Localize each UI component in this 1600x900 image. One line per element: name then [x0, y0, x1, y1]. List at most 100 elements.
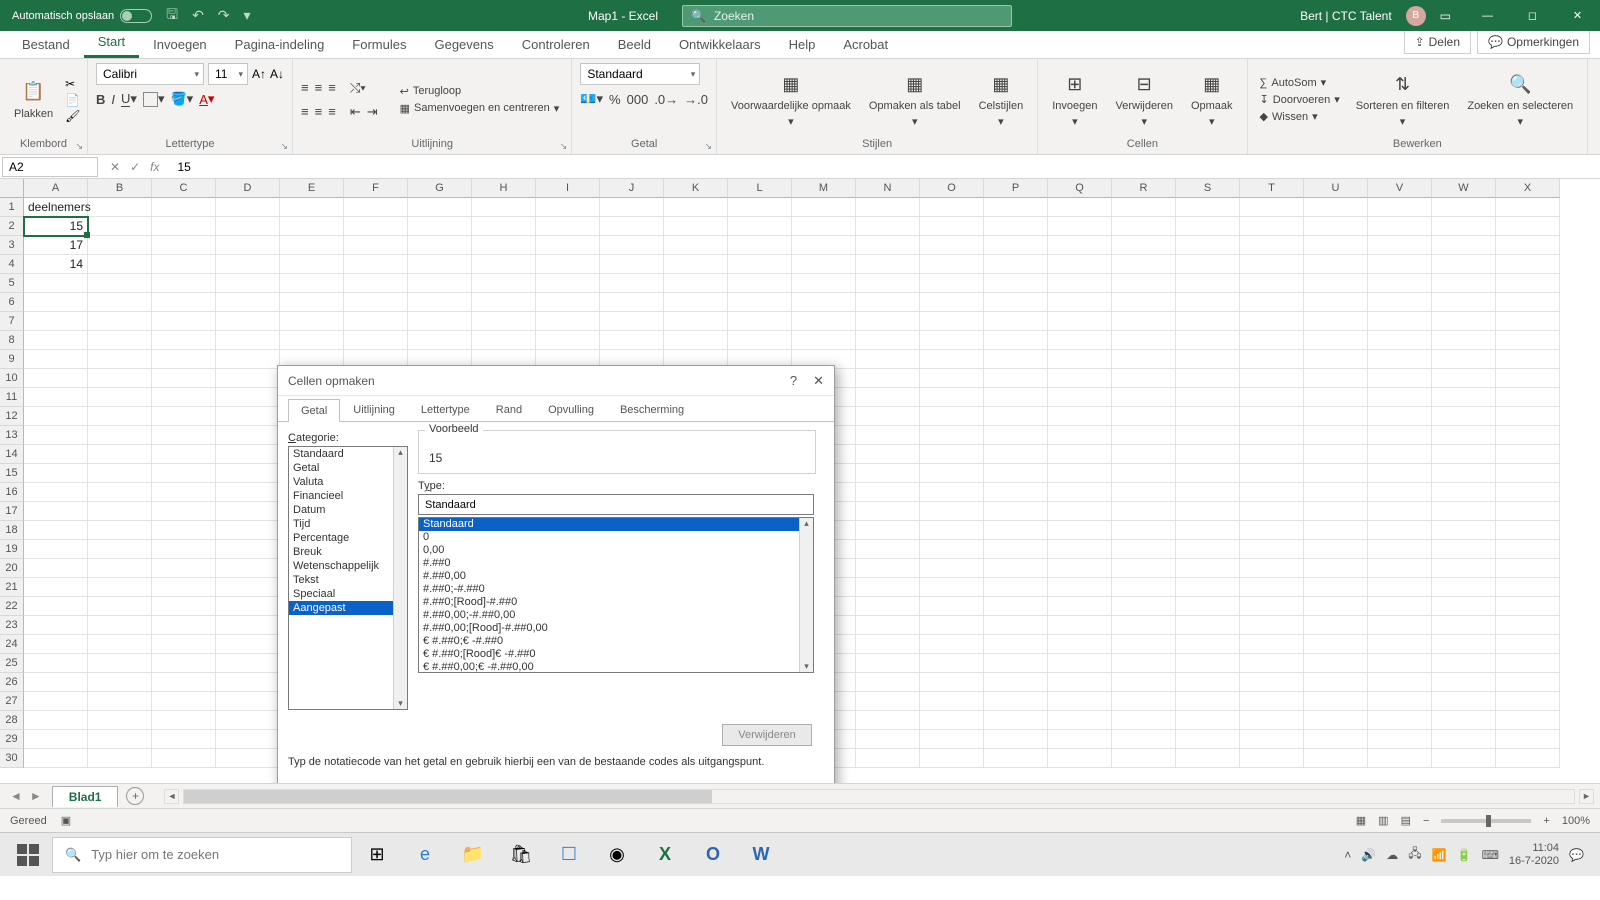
- cell[interactable]: [88, 198, 152, 217]
- cell[interactable]: [216, 673, 280, 692]
- cell[interactable]: [1368, 616, 1432, 635]
- cell[interactable]: [1176, 369, 1240, 388]
- cell[interactable]: [1368, 540, 1432, 559]
- next-sheet-icon[interactable]: ►: [30, 789, 42, 803]
- cell[interactable]: [216, 255, 280, 274]
- cell[interactable]: [408, 274, 472, 293]
- cell[interactable]: [984, 236, 1048, 255]
- cell[interactable]: [536, 312, 600, 331]
- cell[interactable]: [152, 654, 216, 673]
- cell[interactable]: [216, 578, 280, 597]
- cell[interactable]: [920, 502, 984, 521]
- cell[interactable]: [984, 597, 1048, 616]
- cell[interactable]: [664, 217, 728, 236]
- cell[interactable]: [1176, 730, 1240, 749]
- taskbar-clock[interactable]: 11:04 16-7-2020: [1509, 842, 1559, 867]
- cell[interactable]: [152, 616, 216, 635]
- cell[interactable]: [856, 388, 920, 407]
- cell[interactable]: [1240, 654, 1304, 673]
- cell[interactable]: [920, 445, 984, 464]
- keyboard-icon[interactable]: ⌨: [1482, 848, 1499, 862]
- cell[interactable]: [24, 749, 88, 768]
- cell[interactable]: [856, 426, 920, 445]
- cell[interactable]: [1432, 293, 1496, 312]
- cell[interactable]: [1112, 559, 1176, 578]
- volume-icon[interactable]: 🔊: [1361, 848, 1376, 862]
- category-item[interactable]: Aangepast: [289, 601, 407, 615]
- tab-pagina-indeling[interactable]: Pagina-indeling: [221, 31, 339, 58]
- cell[interactable]: [792, 312, 856, 331]
- cell[interactable]: [216, 559, 280, 578]
- row-header[interactable]: 9: [0, 350, 24, 369]
- cell[interactable]: [1304, 540, 1368, 559]
- cell[interactable]: [216, 293, 280, 312]
- cell[interactable]: [1240, 483, 1304, 502]
- cell[interactable]: deelnemers: [24, 198, 88, 217]
- font-family-combo[interactable]: Calibri: [96, 63, 204, 85]
- cell[interactable]: [1432, 331, 1496, 350]
- cell[interactable]: [1176, 407, 1240, 426]
- cell[interactable]: [1496, 578, 1560, 597]
- cell[interactable]: [600, 312, 664, 331]
- cell[interactable]: [664, 331, 728, 350]
- cell[interactable]: [1304, 559, 1368, 578]
- col-header[interactable]: W: [1432, 179, 1496, 198]
- cell[interactable]: [1304, 692, 1368, 711]
- cell[interactable]: [1496, 597, 1560, 616]
- cell[interactable]: [856, 730, 920, 749]
- cell[interactable]: [344, 236, 408, 255]
- cell[interactable]: [856, 198, 920, 217]
- col-header[interactable]: P: [984, 179, 1048, 198]
- comma-icon[interactable]: 000: [627, 92, 649, 107]
- cell[interactable]: [920, 426, 984, 445]
- cell[interactable]: [984, 274, 1048, 293]
- col-header[interactable]: F: [344, 179, 408, 198]
- cell[interactable]: [1496, 255, 1560, 274]
- cell[interactable]: [536, 274, 600, 293]
- cell[interactable]: [152, 673, 216, 692]
- horizontal-scrollbar[interactable]: ◄ ►: [164, 789, 1594, 804]
- cell[interactable]: [856, 445, 920, 464]
- cell[interactable]: [1304, 673, 1368, 692]
- cell[interactable]: [1176, 692, 1240, 711]
- format-item[interactable]: € #.##0;€ -#.##0: [419, 635, 813, 648]
- file-explorer-icon[interactable]: 📁: [450, 833, 496, 877]
- cell[interactable]: [24, 274, 88, 293]
- category-item[interactable]: Speciaal: [289, 587, 407, 601]
- cut-icon[interactable]: ✂: [65, 77, 80, 91]
- cell[interactable]: [728, 236, 792, 255]
- network-icon[interactable]: 🖧: [1408, 844, 1421, 865]
- cell[interactable]: [1432, 559, 1496, 578]
- wrap-text-button[interactable]: ↩Terugloop: [396, 84, 564, 99]
- cell[interactable]: [152, 749, 216, 768]
- cell[interactable]: [1176, 502, 1240, 521]
- cell[interactable]: [984, 217, 1048, 236]
- cell[interactable]: [216, 236, 280, 255]
- worksheet-grid[interactable]: ABCDEFGHIJKLMNOPQRSTUVWX 123456789101112…: [0, 179, 1600, 783]
- cell[interactable]: [856, 711, 920, 730]
- cell[interactable]: [1240, 711, 1304, 730]
- cell[interactable]: [408, 217, 472, 236]
- cell[interactable]: [1176, 483, 1240, 502]
- cell-styles-button[interactable]: ▦Celstijlen ▾: [973, 68, 1030, 130]
- border-button[interactable]: ▾: [143, 91, 165, 107]
- row-header[interactable]: 27: [0, 692, 24, 711]
- minimize-button[interactable]: —: [1465, 0, 1510, 31]
- cell[interactable]: [152, 388, 216, 407]
- cell[interactable]: [600, 274, 664, 293]
- wifi-icon[interactable]: 📶: [1432, 848, 1447, 862]
- scroll-up-icon[interactable]: ▴: [804, 518, 809, 529]
- cell[interactable]: [1176, 597, 1240, 616]
- cell[interactable]: [1432, 274, 1496, 293]
- cell[interactable]: [1240, 407, 1304, 426]
- cell[interactable]: [280, 236, 344, 255]
- col-header[interactable]: D: [216, 179, 280, 198]
- row-header[interactable]: 19: [0, 540, 24, 559]
- cell[interactable]: [664, 312, 728, 331]
- tray-chevron-icon[interactable]: ˄: [1344, 848, 1351, 862]
- category-listbox[interactable]: StandaardGetalValutaFinancieelDatumTijdP…: [288, 446, 408, 710]
- category-item[interactable]: Wetenschappelijk: [289, 559, 407, 573]
- cell[interactable]: [88, 502, 152, 521]
- cell[interactable]: [1304, 350, 1368, 369]
- cell[interactable]: [472, 198, 536, 217]
